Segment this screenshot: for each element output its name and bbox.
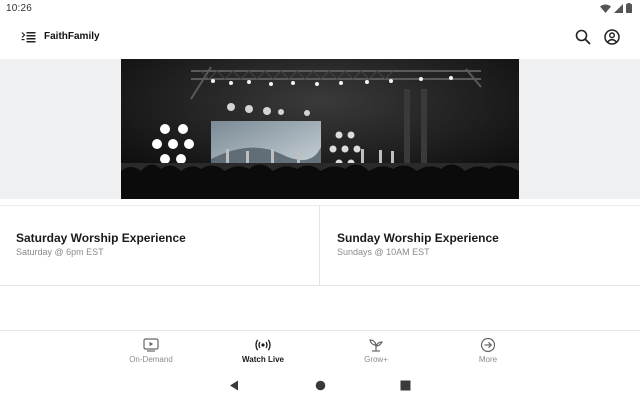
app-screen: 10:26 FaithFamily Saturday Worship Exper…	[0, 0, 640, 400]
recents-icon[interactable]	[398, 378, 412, 392]
system-nav	[0, 370, 640, 400]
service-card-saturday[interactable]: Saturday Worship Experience Saturday @ 6…	[0, 206, 320, 286]
status-icons	[600, 0, 632, 18]
app-title: FaithFamily	[44, 31, 100, 42]
sprout-icon	[368, 337, 384, 353]
status-time: 10:26	[6, 3, 33, 14]
card-subtitle: Sundays @ 10AM EST	[337, 247, 430, 257]
nav-label: Watch Live	[242, 355, 284, 364]
account-button[interactable]	[603, 28, 621, 46]
broadcast-icon	[255, 337, 271, 353]
wifi-icon	[600, 0, 611, 18]
play-screen-icon	[143, 337, 159, 353]
service-cards: Saturday Worship Experience Saturday @ 6…	[0, 205, 640, 286]
battery-icon	[626, 0, 632, 18]
worship-stage-photo[interactable]	[121, 59, 519, 199]
bottom-nav: On-Demand Watch Live Grow+ More	[0, 330, 640, 370]
nav-label: More	[478, 355, 498, 364]
card-subtitle: Saturday @ 6pm EST	[16, 247, 104, 257]
nav-label: Grow+	[364, 355, 388, 364]
cell-signal-icon	[614, 0, 623, 18]
card-title: Saturday Worship Experience	[16, 231, 186, 245]
service-card-sunday[interactable]: Sunday Worship Experience Sundays @ 10AM…	[321, 206, 640, 286]
nav-item-more[interactable]: More	[448, 335, 528, 369]
status-bar: 10:26	[0, 0, 640, 17]
home-icon[interactable]	[313, 378, 327, 392]
logo-icon	[21, 31, 36, 44]
card-title: Sunday Worship Experience	[337, 231, 499, 245]
nav-item-watch-live[interactable]: Watch Live	[223, 335, 303, 369]
arrow-circle-icon	[480, 337, 496, 353]
nav-item-grow[interactable]: Grow+	[336, 335, 416, 369]
nav-item-on-demand[interactable]: On-Demand	[111, 335, 191, 369]
back-icon[interactable]	[227, 378, 241, 392]
search-icon	[575, 29, 591, 45]
search-button[interactable]	[574, 28, 592, 46]
app-bar: FaithFamily	[0, 17, 640, 59]
account-icon	[604, 29, 620, 45]
nav-label: On-Demand	[129, 355, 173, 364]
